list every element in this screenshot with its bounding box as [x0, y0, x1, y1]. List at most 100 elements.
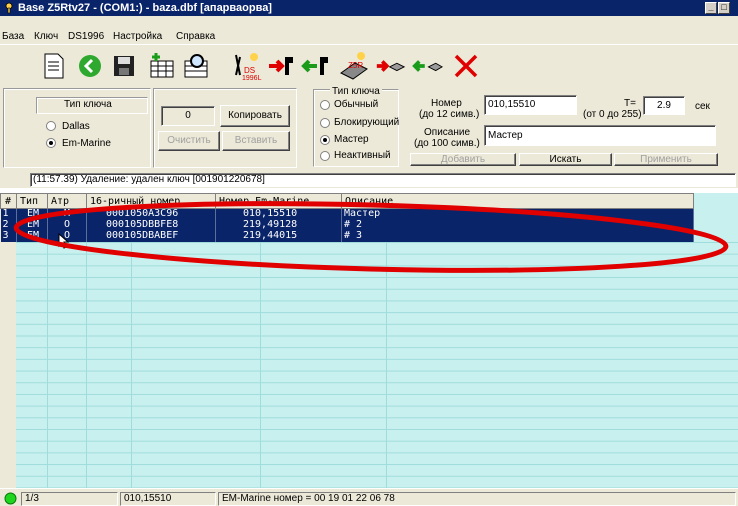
read-key-button[interactable]: [299, 50, 330, 81]
paste-button[interactable]: Вставить: [222, 131, 290, 151]
cell-em-marine: 219,49128: [215, 219, 342, 231]
col-em-marine-number[interactable]: Номер Em-Marine: [215, 193, 342, 209]
col-hex-number[interactable]: 16-ричный номер: [86, 193, 216, 209]
maximize-button[interactable]: □: [718, 2, 730, 14]
menu-settings[interactable]: Настройка: [113, 31, 162, 42]
buffer-group: [153, 88, 297, 168]
title-bar: Base Z5Rtv27 - (COM1:) - baza.dbf [апарв…: [0, 0, 738, 16]
cell-description: # 2: [341, 219, 694, 231]
menu-bar: База Ключ DS1996 Настройка Справка: [0, 16, 738, 44]
radio-normal-label: Обычный: [334, 99, 379, 110]
col-index[interactable]: #: [0, 193, 17, 209]
green-back-arrow-icon: [78, 54, 101, 77]
add-key-button[interactable]: [146, 50, 177, 81]
description-label-hint: (до 100 симв.): [414, 138, 480, 149]
save-button[interactable]: [108, 50, 139, 81]
col-attr[interactable]: Атр: [47, 193, 87, 209]
minimize-button[interactable]: _: [705, 2, 717, 14]
toolbar: DS 1996L Z5R: [0, 44, 738, 86]
green-arrow-left-icon: [300, 56, 328, 75]
radio-dallas-label: Dallas: [62, 121, 90, 132]
cell-index: 3: [0, 230, 17, 242]
menu-ds1996[interactable]: DS1996: [68, 31, 104, 42]
menu-help[interactable]: Справка: [176, 31, 215, 42]
floppy-disk-icon: [113, 55, 134, 76]
radio-normal[interactable]: [320, 100, 330, 110]
t-label: T=: [624, 98, 636, 109]
number-label: Номер: [431, 98, 462, 109]
table-row[interactable]: 2 EM O 000105DBBFE8 219,49128 # 2: [0, 219, 694, 231]
find-key-button[interactable]: [180, 50, 211, 81]
table-row[interactable]: 1 EM M 0001050A3C96 010,15510 Мастер: [0, 208, 694, 220]
log-line-bar: (11:57.39) Удаление: удален ключ [001901…: [0, 172, 738, 188]
mouse-cursor-icon: [58, 233, 70, 249]
table-header: # Тип Атр 16-ричный номер Номер Em-Marin…: [0, 193, 694, 209]
radio-dallas[interactable]: [46, 121, 56, 131]
cell-type: EM: [16, 208, 48, 220]
status-bar: 1/3 010,15510 EM-Marine номер = 00 19 01…: [0, 488, 738, 506]
cell-hex: 000105DBABEF: [86, 230, 216, 242]
radio-em-marine[interactable]: [46, 138, 56, 148]
col-description[interactable]: Описание: [341, 193, 694, 209]
radio-inactive-label: Неактивный: [334, 150, 391, 161]
green-arrow-from-reader-icon: [412, 59, 443, 72]
clear-button[interactable]: Очистить: [158, 131, 220, 151]
search-button[interactable]: Искать: [519, 153, 612, 166]
ds1996-icon: DS1996L: [234, 52, 261, 81]
cell-type: EM: [16, 219, 48, 231]
copy-button[interactable]: Копировать: [220, 105, 290, 127]
cell-index: 1: [0, 208, 17, 220]
add-button[interactable]: Добавить: [410, 153, 516, 166]
empty-grid-area: [0, 242, 738, 488]
cell-index: 2: [0, 219, 17, 231]
keys-grid: # Тип Атр 16-ричный номер Номер Em-Marin…: [0, 193, 694, 242]
number-input[interactable]: 010,15510: [484, 95, 577, 115]
number-label-hint: (до 12 симв.): [419, 109, 480, 120]
key-edit-panel: Тип ключа Dallas Em-Marine 0 Копировать …: [0, 86, 738, 172]
connection-status-icon: [4, 492, 17, 505]
radio-blocking[interactable]: [320, 118, 330, 128]
description-label: Описание: [424, 127, 471, 138]
description-input[interactable]: Мастер: [484, 125, 716, 146]
write-key-button[interactable]: [265, 50, 296, 81]
cell-em-marine: 219,44015: [215, 230, 342, 242]
download-from-controller-button[interactable]: [412, 50, 443, 81]
back-button[interactable]: [74, 50, 105, 81]
red-arrow-to-reader-icon: [376, 59, 406, 72]
document-icon: [44, 53, 63, 78]
window-title: Base Z5Rtv27 - (COM1:) - baza.dbf [апарв…: [18, 2, 272, 14]
cell-description: # 3: [341, 230, 694, 242]
cell-em-marine: 010,15510: [215, 208, 342, 220]
buffer-counter: 0: [161, 106, 215, 126]
delete-button[interactable]: [450, 50, 481, 81]
svg-text:DS: DS: [244, 66, 255, 75]
table-row[interactable]: 3 EM O 000105DBABEF 219,44015 # 3: [0, 230, 694, 242]
t-input[interactable]: 2.9: [643, 96, 685, 115]
status-info: EM-Marine номер = 00 19 01 22 06 78: [218, 492, 736, 506]
apply-button[interactable]: Применить: [614, 153, 718, 166]
keys-table: # Тип Атр 16-ричный номер Номер Em-Marin…: [0, 193, 738, 488]
t-unit: сек: [695, 101, 710, 112]
cell-description: Мастер: [341, 208, 694, 220]
radio-master[interactable]: [320, 135, 330, 145]
z5r-controller-icon: Z5R: [339, 51, 368, 80]
radio-master-label: Мастер: [334, 134, 369, 145]
new-document-button[interactable]: [38, 50, 69, 81]
col-type[interactable]: Тип: [16, 193, 48, 209]
t-label-hint: (от 0 до 255): [583, 109, 642, 120]
radio-em-marine-label: Em-Marine: [62, 138, 111, 149]
status-position: 1/3: [21, 492, 118, 506]
cell-type: EM: [16, 230, 48, 242]
app-key-icon: [5, 2, 13, 14]
z5r-button[interactable]: Z5R: [338, 50, 369, 81]
magnifier-table-icon: [184, 53, 207, 77]
ds1996-button[interactable]: DS 1996L: [231, 50, 262, 81]
menu-baza[interactable]: База: [2, 31, 24, 42]
key-kind-title: Тип ключа: [330, 86, 382, 97]
red-x-icon: [454, 54, 477, 77]
menu-key[interactable]: Ключ: [34, 31, 58, 42]
cell-hex: 000105DBBFE8: [86, 219, 216, 231]
upload-to-controller-button[interactable]: [375, 50, 406, 81]
radio-inactive[interactable]: [320, 151, 330, 161]
svg-text:Z5R: Z5R: [348, 61, 363, 70]
